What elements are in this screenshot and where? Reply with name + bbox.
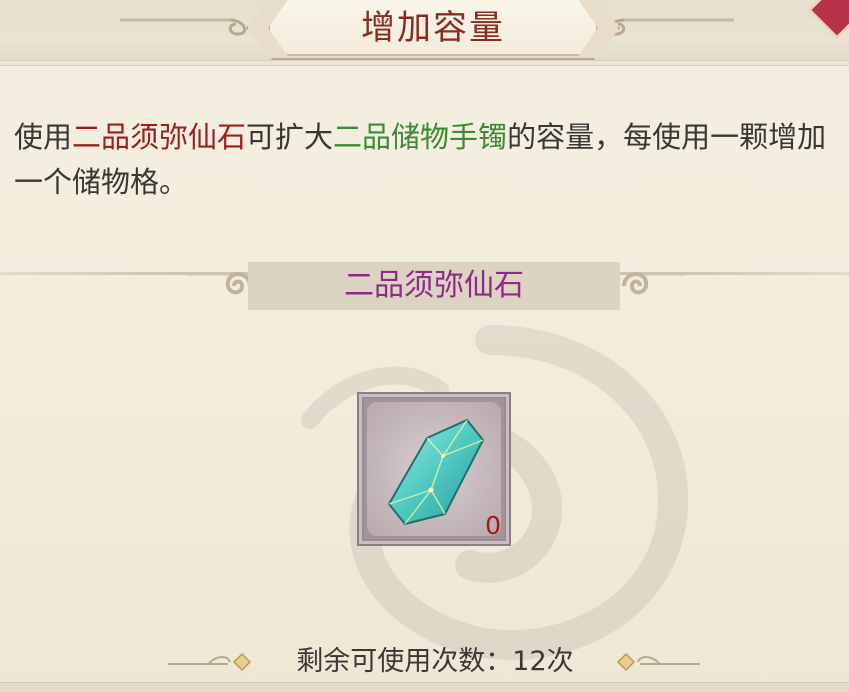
description-item-name: 二品须弥仙石	[72, 120, 247, 154]
description-part1: 使用	[14, 120, 73, 154]
description-text: 使用二品须弥仙石可扩大二品储物手镯的容量，每使用一颗增加一个储物格。	[14, 115, 844, 205]
footer-ornament-left-icon	[168, 652, 252, 672]
footer-ornament-right-icon	[616, 652, 700, 672]
jade-crystal-icon	[387, 418, 485, 526]
description-target-name: 二品储物手镯	[333, 120, 508, 154]
remaining-uses-text: 剩余可使用次数：12次	[296, 646, 574, 677]
item-count: 0	[485, 511, 501, 540]
page-title: 增加容量	[361, 8, 505, 48]
title-swirl-left-icon	[120, 18, 247, 36]
description-part2: 可扩大	[246, 120, 334, 154]
subtitle-swirl-right-icon	[622, 272, 686, 295]
footer-bar	[0, 682, 849, 692]
item-slot[interactable]: 0	[357, 392, 511, 546]
item-subtitle: 二品须弥仙石	[344, 268, 524, 303]
capacity-panel: 增加容量 使用二品须弥仙石可扩大二品储物手镯的容量，每使用一颗增加一个储物格。 …	[0, 0, 849, 692]
